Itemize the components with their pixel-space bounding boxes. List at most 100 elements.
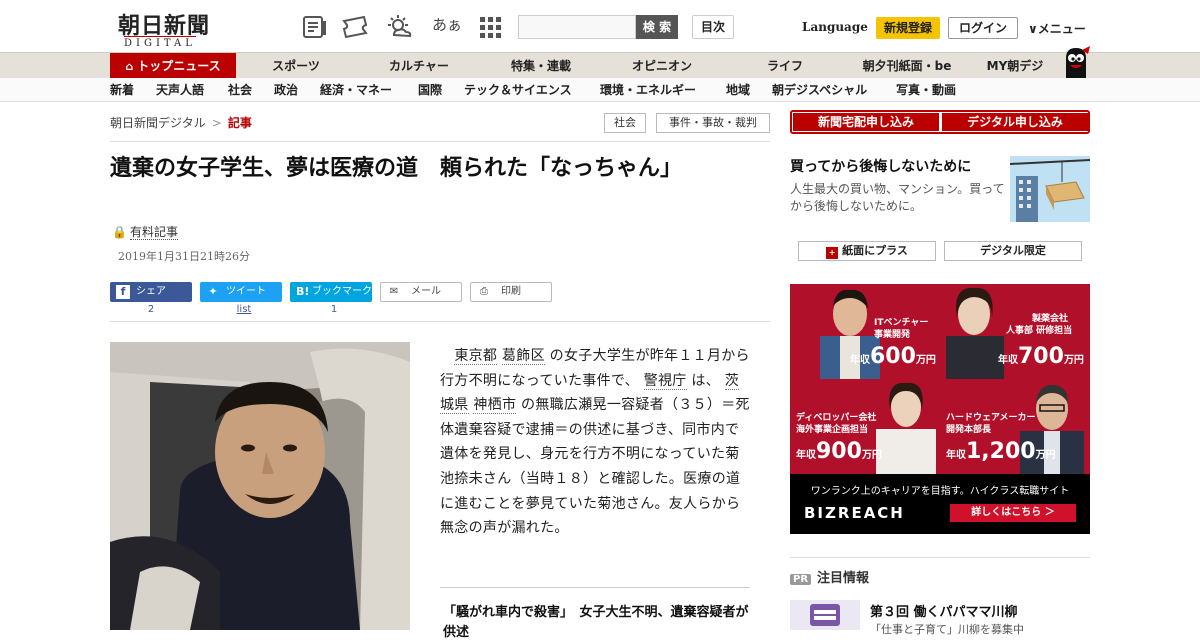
nav-item-life[interactable]: ライフ xyxy=(724,53,846,79)
promo-title[interactable]: 買ってから後悔しないために xyxy=(790,156,971,176)
salary-unit: 万円 xyxy=(1063,355,1084,366)
salary-prefix: 年収 xyxy=(796,450,816,461)
facebook-share-button[interactable]: f シェア xyxy=(110,282,192,302)
tag-society[interactable]: 社会 xyxy=(604,113,646,133)
keyword-link-katsushika[interactable]: 葛飾区 xyxy=(501,348,545,365)
tag-incidents[interactable]: 事件・事故・裁判 xyxy=(656,113,770,133)
featured-image[interactable] xyxy=(790,600,860,630)
newspaper-subscribe-button[interactable]: 新聞宅配申し込み xyxy=(793,113,939,131)
nav-item-my-asahi[interactable]: MY朝デジ xyxy=(968,53,1062,79)
nav-item-opinion[interactable]: オピニオン xyxy=(600,53,724,79)
subnav-item[interactable]: 新着 xyxy=(110,78,134,102)
subnav-item[interactable]: 朝デジスペシャル xyxy=(772,78,867,102)
subscribe-bar: 新聞宅配申し込み デジタル申し込み xyxy=(790,110,1090,134)
subnav-item[interactable]: 環境・エネルギー xyxy=(600,78,696,102)
twitter-icon: ✦ xyxy=(208,285,218,298)
subnav-item[interactable]: 社会 xyxy=(228,78,252,102)
divider xyxy=(110,141,770,142)
print-icon: ⎙ xyxy=(480,286,488,297)
featured-heading: PR 注目情報 xyxy=(790,567,869,586)
digital-subscribe-button[interactable]: デジタル申し込み xyxy=(942,113,1088,131)
lock-icon: 🔒 xyxy=(112,225,127,239)
newspaper-icon[interactable] xyxy=(302,15,328,39)
ticket-icon[interactable] xyxy=(342,15,368,39)
salary-prefix: 年収 xyxy=(998,355,1018,366)
twitter-share-button[interactable]: ✦ ツイート xyxy=(200,282,282,302)
twitter-count-link[interactable]: list xyxy=(200,304,288,315)
subnav-item[interactable]: 経済・マネー xyxy=(320,78,392,102)
sub-nav: 新着 天声人語 社会 政治 経済・マネー 国際 テック＆サイエンス 環境・エネル… xyxy=(0,78,1200,102)
toc-button[interactable]: 目次 xyxy=(692,15,734,39)
hatena-count: 1 xyxy=(330,304,338,315)
paper-plus-button[interactable]: + 紙面にプラス xyxy=(798,241,936,261)
site-logo[interactable]: 朝日新聞 DIGITAL xyxy=(118,8,228,49)
ad-salary: 年収700万円 xyxy=(998,344,1084,369)
twitter-label: ツイート xyxy=(226,286,266,297)
keyword-link-kamisu[interactable]: 神栖市 xyxy=(473,397,517,415)
chevron-down-icon: ∨ xyxy=(1028,22,1038,36)
signup-button[interactable]: 新規登録 xyxy=(876,17,940,39)
ad-cta-button[interactable]: 詳しくはこちら ＞ xyxy=(950,504,1076,522)
article-headline: 遺棄の女子学生、夢は医療の道 頼られた「なっちゃん」 xyxy=(110,155,683,181)
salary-amount: 900 xyxy=(816,439,862,464)
subnav-item[interactable]: 政治 xyxy=(274,78,298,102)
related-article-link[interactable]: 「騒がれ車内で殺害」 女子大生不明、遺棄容疑者が供述 xyxy=(443,603,753,643)
mascot-icon[interactable] xyxy=(1058,44,1092,78)
divider xyxy=(440,587,750,588)
promo-image[interactable] xyxy=(1010,156,1090,222)
bizreach-ad-banner[interactable]: ITベンチャー 事業開発 年収600万円 製薬会社 人事部 研修担当 年収700… xyxy=(790,284,1090,534)
nav-label: トップニュース xyxy=(137,59,221,73)
subnav-item[interactable]: 国際 xyxy=(418,78,442,102)
ad-role-1: ITベンチャー xyxy=(874,318,929,328)
nav-item-culture[interactable]: カルチャー xyxy=(356,53,482,79)
search-button[interactable]: 検 索 xyxy=(636,15,678,39)
keyword-link-police[interactable]: 警視庁 xyxy=(643,372,687,390)
nav-item-sports[interactable]: スポーツ xyxy=(236,53,356,79)
keyword-link-tokyo[interactable]: 東京都 xyxy=(454,348,498,365)
language-link[interactable]: Language xyxy=(802,20,868,34)
subnav-item[interactable]: 地域 xyxy=(726,78,750,102)
digital-only-button[interactable]: デジタル限定 xyxy=(944,241,1082,261)
grid-menu-icon[interactable] xyxy=(478,15,504,39)
article-photo[interactable] xyxy=(110,342,410,630)
subnav-item[interactable]: 写真・動画 xyxy=(896,78,956,102)
photo-illustration xyxy=(110,342,410,630)
print-label: 印刷 xyxy=(501,286,521,297)
featured-title[interactable]: 第３回 働くパパママ川柳 xyxy=(870,601,1018,620)
ad-brand-logo: BIZREACH xyxy=(804,504,905,522)
subnav-item[interactable]: テック＆サイエンス xyxy=(464,78,572,102)
body-text xyxy=(440,348,454,364)
paid-article-label[interactable]: 🔒 有料記事 xyxy=(112,223,178,240)
search-input[interactable] xyxy=(518,15,636,39)
mail-label: メール xyxy=(411,286,441,297)
salary-amount: 1,200 xyxy=(966,439,1036,464)
mail-share-button[interactable]: ✉ メール xyxy=(380,282,462,302)
home-icon: ⌂ xyxy=(125,60,134,73)
weather-icon[interactable] xyxy=(386,15,412,39)
ad-role-2: 人事部 研修担当 xyxy=(1006,326,1073,336)
salary-unit: 万円 xyxy=(861,450,882,461)
breadcrumb-home[interactable]: 朝日新聞デジタル xyxy=(110,116,206,130)
main-nav: ⌂ トップニュース スポーツ カルチャー 特集・連載 オピニオン ライフ 朝夕刊紙… xyxy=(0,52,1200,79)
mail-icon: ✉ xyxy=(389,286,399,297)
nav-item-features[interactable]: 特集・連載 xyxy=(482,53,600,79)
facebook-count: 2 xyxy=(147,304,155,315)
login-button[interactable]: ログイン xyxy=(948,17,1018,39)
ad-salary: 年収1,200万円 xyxy=(946,439,1056,464)
menu-button[interactable]: ∨メニュー xyxy=(1028,20,1086,37)
menu-label: メニュー xyxy=(1037,22,1086,36)
hatena-icon: B! xyxy=(296,285,310,298)
facebook-label: シェア xyxy=(136,286,166,297)
facebook-icon: f xyxy=(116,285,130,299)
breadcrumb-current[interactable]: 記事 xyxy=(228,116,252,130)
nav-item-paper[interactable]: 朝夕刊紙面・be xyxy=(846,53,968,79)
nav-item-top-news[interactable]: ⌂ トップニュース xyxy=(110,53,236,79)
breadcrumb: 朝日新聞デジタル > 記事 xyxy=(110,114,252,131)
subnav-item[interactable]: 天声人語 xyxy=(156,78,204,102)
hatena-label: ブックマーク xyxy=(312,286,372,297)
paper-plus-icon: + xyxy=(826,247,839,259)
text-size-icon[interactable]: あぁ xyxy=(432,14,462,35)
print-button[interactable]: ⎙ 印刷 xyxy=(470,282,552,302)
hatena-bookmark-button[interactable]: B! ブックマーク xyxy=(290,282,372,302)
promo-description: 人生最大の買い物、マンション。買ってから後悔しないために。 xyxy=(790,182,1005,213)
